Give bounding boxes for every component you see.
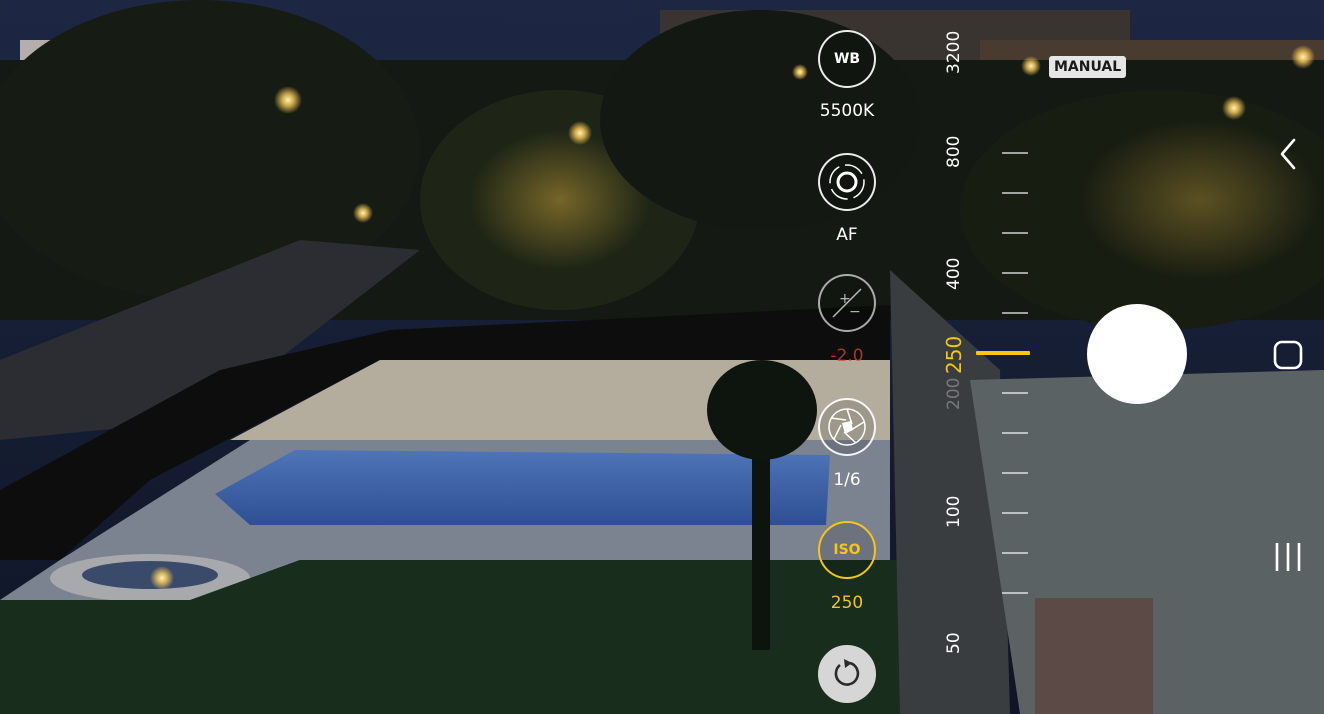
scale-label-current: 250	[942, 335, 966, 374]
scale-tick	[1002, 392, 1028, 394]
shutter-button[interactable]	[1087, 304, 1187, 404]
scale-tick	[1002, 432, 1028, 434]
scale-tick	[1002, 472, 1028, 474]
exposure-compensation-button[interactable]: + −	[818, 274, 876, 332]
exposure-compensation-icon: + −	[832, 288, 862, 320]
scale-tick	[1002, 312, 1028, 314]
scale-tick	[1002, 512, 1028, 514]
iso-label: ISO	[833, 542, 861, 558]
focus-value: AF	[836, 225, 858, 245]
shutter-speed-icon	[828, 408, 866, 446]
scale-label-3200: 3200	[944, 30, 964, 74]
camera-viewfinder[interactable]: WB 5500K AF + − -2.0 1/6 ISO 250 3200 80…	[0, 0, 1324, 714]
iso-value: 250	[830, 593, 864, 613]
scale-tick	[1002, 552, 1028, 554]
shutter-speed-value: 1/6	[833, 470, 861, 490]
scale-tick	[1002, 272, 1028, 274]
chevron-left-icon	[1280, 138, 1296, 170]
focus-button[interactable]	[818, 153, 876, 211]
mode-badge: MANUAL	[1049, 56, 1127, 78]
scale-tick	[1002, 232, 1028, 234]
back-button[interactable]	[1274, 136, 1302, 172]
svg-text:−: −	[849, 304, 861, 320]
white-balance-value: 5500K	[819, 101, 875, 121]
home-icon	[1273, 340, 1303, 370]
white-balance-button[interactable]: WB	[818, 30, 876, 88]
exposure-value: -2.0	[830, 346, 864, 366]
reset-icon	[834, 659, 860, 686]
reset-button[interactable]	[818, 645, 876, 703]
iso-button[interactable]: ISO	[818, 521, 876, 579]
scale-label-400: 400	[944, 257, 964, 290]
scale-tick	[1002, 592, 1028, 594]
scale-tick	[1002, 192, 1028, 194]
scale-tick	[1002, 152, 1028, 154]
scale-label-50: 50	[944, 632, 964, 654]
scale-label-100: 100	[944, 495, 964, 528]
home-button[interactable]	[1272, 339, 1304, 371]
recents-button[interactable]	[1270, 540, 1306, 574]
scale-label-800: 800	[944, 135, 964, 168]
recents-icon	[1275, 543, 1301, 571]
iso-current-indicator	[976, 351, 1030, 355]
focus-icon	[829, 164, 865, 200]
wb-label: WB	[833, 51, 861, 67]
shutter-speed-button[interactable]	[818, 398, 876, 456]
scale-label-200: 200	[944, 377, 964, 410]
